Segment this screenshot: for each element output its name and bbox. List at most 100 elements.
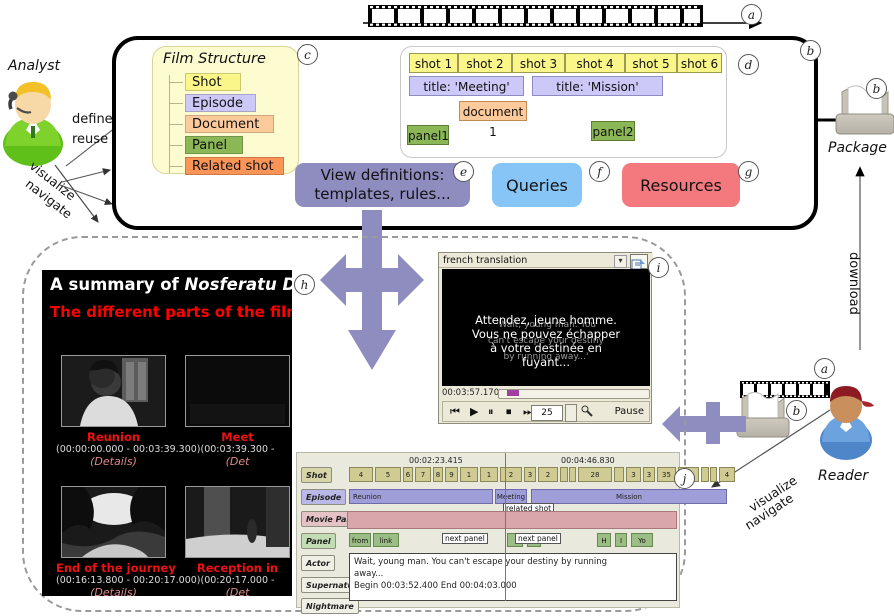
shot-segment[interactable]: [569, 467, 576, 482]
fs-item-episode[interactable]: Episode: [185, 94, 256, 112]
shot-segment[interactable]: [614, 467, 624, 482]
settings-icon[interactable]: [581, 405, 593, 420]
player-subtitle-fr-2: Vous ne pouvez échapper: [471, 327, 621, 341]
timeline-detail-box[interactable]: Wait, young man. You can't escape your d…: [349, 553, 677, 601]
play-icon[interactable]: ▶: [470, 405, 478, 418]
annot-title-meeting[interactable]: title: 'Meeting': [409, 76, 524, 96]
timeline-movie-part-track[interactable]: [347, 511, 677, 529]
summary-cell[interactable]: Meet (00:03:39.300 - (Det: [180, 355, 292, 468]
resources-button[interactable]: Resources: [622, 163, 740, 207]
shot-segment[interactable]: 9: [445, 467, 458, 482]
panel-chip-yo[interactable]: Yo: [631, 533, 653, 547]
tree-tick: [169, 82, 183, 83]
summary-cell-details[interactable]: (Det: [180, 586, 292, 596]
annot-shot-4[interactable]: shot 4: [565, 53, 625, 73]
player-seek-area[interactable]: 00:03:57.170: [442, 387, 650, 399]
episode-segment-reunion[interactable]: Reunion: [349, 489, 493, 504]
shot-segment[interactable]: 4: [349, 467, 373, 482]
shot-segment[interactable]: 3: [643, 467, 655, 482]
annot-shot-3[interactable]: shot 3: [512, 53, 565, 73]
stop-icon[interactable]: ⏹: [506, 405, 512, 419]
pause-icon[interactable]: ⏸: [488, 405, 494, 419]
player-timecode: 00:03:57.170: [442, 388, 500, 398]
summary-cell[interactable]: Reception in (00:20:17.000 - (Det: [180, 486, 292, 596]
shot-segment[interactable]: 2: [538, 467, 558, 482]
annot-panel-2[interactable]: panel2: [591, 121, 635, 141]
summary-cell-time: (00:03:39.300 -: [200, 444, 275, 455]
shot-segment[interactable]: 5: [375, 467, 401, 482]
tree-tick: [169, 145, 183, 146]
fs-item-shot[interactable]: Shot: [185, 73, 241, 91]
film-strip-top: [363, 5, 763, 30]
shot-segment[interactable]: 4: [719, 467, 735, 482]
summary-cell[interactable]: Reunion (00:00:00.000 - 00:03:39.300) (D…: [56, 355, 201, 468]
tl-tab-panel[interactable]: Panel: [301, 533, 336, 549]
marker-c: c: [297, 44, 318, 65]
thumbnail-meeting: [185, 355, 290, 427]
next-panel-callout-2: next panel: [515, 533, 561, 544]
player-subtitle-fr: Attendez, jeune homme. Vous ne pouvez éc…: [442, 313, 650, 369]
annot-shot-5[interactable]: shot 5: [625, 53, 677, 73]
shot-segment[interactable]: 28: [578, 467, 612, 482]
annot-document-1[interactable]: document 1: [459, 101, 527, 139]
film-structure-title: Film Structure: [163, 51, 266, 67]
annot-panel-1[interactable]: panel1: [407, 125, 449, 145]
fs-item-related-shot[interactable]: Related shot: [185, 157, 284, 175]
shot-segment[interactable]: 2: [500, 467, 522, 482]
episode-segment-mission[interactable]: Mission: [531, 489, 727, 504]
chevron-down-icon[interactable]: ▾: [614, 255, 627, 268]
summary-cell-details[interactable]: (Details): [56, 586, 171, 596]
shot-segment[interactable]: 1: [480, 467, 498, 482]
tl-tab-actor[interactable]: Actor: [301, 555, 335, 571]
shot-segment[interactable]: 3: [626, 467, 641, 482]
marker-f: f: [589, 161, 610, 182]
episode-segment-meeting[interactable]: Meeting: [495, 489, 527, 504]
timeline-editor: Shot Episode Movie Part Panel Actor Supe…: [296, 452, 735, 614]
player-progress-thumb[interactable]: [507, 390, 519, 396]
thumbnail-reunion: [61, 355, 166, 427]
frame-rate-input[interactable]: 25: [531, 405, 563, 421]
summary-cell-details[interactable]: (Det: [180, 455, 292, 468]
player-screen: 'Wait, young man. You can't escape your …: [442, 269, 650, 386]
queries-button[interactable]: Queries: [492, 163, 582, 207]
frame-rate-stepper[interactable]: [565, 404, 577, 422]
annot-shot-6[interactable]: shot 6: [677, 53, 722, 73]
shot-segment[interactable]: 1: [460, 467, 478, 482]
reader-label: Reader: [818, 468, 869, 484]
player-subtitle-fr-1: Attendez, jeune homme.: [475, 313, 617, 327]
fs-item-panel[interactable]: Panel: [185, 136, 243, 154]
player-progress-track[interactable]: [498, 389, 650, 399]
panel-chip-h[interactable]: H: [597, 533, 611, 547]
panel-chip-i[interactable]: I: [615, 533, 627, 547]
tree-tick: [169, 103, 183, 104]
summary-cell[interactable]: End of the journey (00:16:13.800 - 00:20…: [56, 486, 201, 596]
shot-segment[interactable]: [560, 467, 568, 482]
annot-shot-1[interactable]: shot 1: [409, 53, 458, 73]
player-subtitle-fr-3: à votre destinée en: [490, 341, 602, 355]
marker-h: h: [294, 274, 315, 295]
timeline-episode-track[interactable]: Reunion Meeting Mission: [347, 489, 727, 504]
shot-segment[interactable]: 7: [415, 467, 431, 482]
rewind-icon[interactable]: ⏮: [450, 405, 460, 419]
fs-item-document[interactable]: Document: [185, 115, 274, 133]
timeline-shot-track[interactable]: 4 5 6 7 8 9 1 1 2 3 2 28 3 3 35 36 4: [347, 467, 735, 482]
panel-chip-from[interactable]: from: [349, 533, 371, 547]
open-file-icon[interactable]: [630, 254, 648, 270]
ruler-time-1: 00:02:23.415: [409, 456, 463, 465]
timeline-panel-track[interactable]: from link H I Yo: [347, 533, 677, 547]
timeline-playhead[interactable]: [505, 453, 506, 601]
shot-segment[interactable]: 8: [433, 467, 443, 482]
shot-segment[interactable]: [710, 467, 717, 482]
view-definitions-button[interactable]: View definitions: templates, rules...: [295, 163, 470, 207]
panel-chip-link[interactable]: link: [373, 533, 399, 547]
summary-cell-details[interactable]: (Details): [56, 455, 171, 468]
film-strip-bottom: [740, 381, 830, 398]
tl-tab-shot[interactable]: Shot: [301, 467, 332, 483]
shot-segment[interactable]: 6: [403, 467, 413, 482]
annot-shot-2[interactable]: shot 2: [458, 53, 512, 73]
annot-title-mission[interactable]: title: 'Mission': [532, 76, 663, 96]
marker-j: j: [674, 468, 695, 489]
tl-tab-episode[interactable]: Episode: [301, 489, 347, 505]
shot-segment[interactable]: 3: [524, 467, 536, 482]
shot-segment[interactable]: [701, 467, 709, 482]
